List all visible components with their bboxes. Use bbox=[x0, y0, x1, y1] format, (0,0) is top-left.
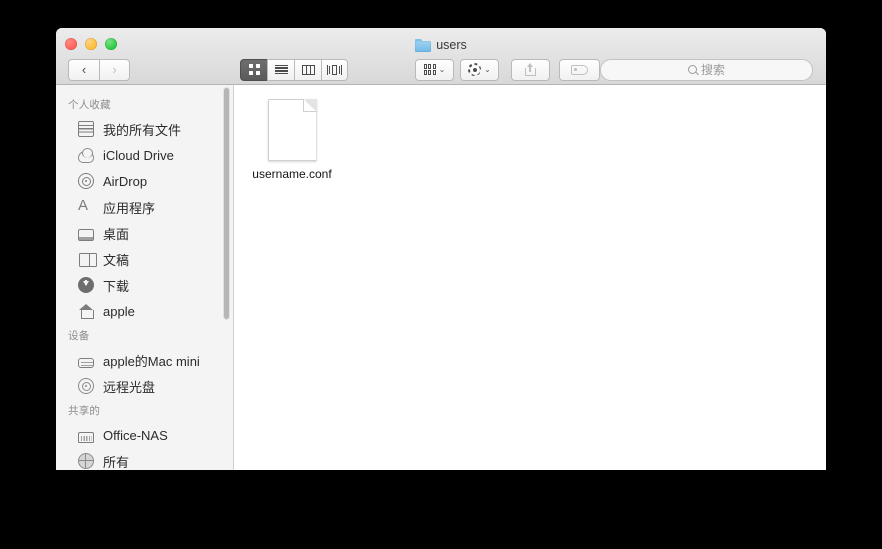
downloads-icon bbox=[78, 277, 94, 293]
window-titlebar: users ‹ › ⌄ ⌄ 搜索 bbox=[56, 28, 826, 85]
airdrop-icon bbox=[78, 173, 94, 189]
file-item[interactable]: username.conf bbox=[246, 93, 338, 181]
sidebar-item-all-shared[interactable]: 所有 bbox=[56, 448, 233, 470]
file-content-pane[interactable]: username.conf bbox=[234, 85, 826, 470]
sidebar-section-devices-title: 设备 bbox=[68, 330, 90, 342]
sidebar-item-label: Office-NAS bbox=[103, 427, 168, 443]
sidebar-item-office-nas[interactable]: Office-NAS bbox=[56, 422, 233, 448]
tag-button[interactable] bbox=[559, 58, 600, 81]
applications-icon bbox=[78, 197, 94, 215]
sidebar-item-applications[interactable]: 应用程序 bbox=[56, 194, 233, 220]
chevron-right-icon: › bbox=[112, 62, 117, 77]
mac-mini-icon bbox=[78, 358, 94, 368]
globe-icon bbox=[78, 453, 94, 469]
icon-view-button[interactable] bbox=[240, 58, 267, 81]
window-body: 个人收藏 我的所有文件 iCloud Drive AirDrop 应用程序 桌面 bbox=[56, 85, 826, 470]
sidebar-item-airdrop[interactable]: AirDrop bbox=[56, 168, 233, 194]
chevron-left-icon: ‹ bbox=[81, 62, 87, 77]
back-button[interactable]: ‹ bbox=[68, 58, 99, 81]
document-icon bbox=[267, 99, 317, 161]
home-icon bbox=[78, 303, 94, 319]
window-title: users bbox=[56, 36, 826, 54]
sidebar-item-mac-mini[interactable]: apple的Mac mini bbox=[56, 347, 233, 373]
file-grid: username.conf bbox=[246, 93, 338, 181]
sidebar-item-label: 应用程序 bbox=[103, 200, 156, 216]
sidebar-item-all-my-files[interactable]: 我的所有文件 bbox=[56, 116, 233, 142]
chevron-down-icon: ⌄ bbox=[438, 64, 446, 74]
toolbar: ‹ › ⌄ ⌄ 搜索 bbox=[56, 54, 826, 85]
column-view-button[interactable] bbox=[294, 58, 321, 81]
sidebar-item-label: 文稿 bbox=[103, 252, 130, 268]
sidebar-item-documents[interactable]: 文稿 bbox=[56, 246, 233, 272]
grid-icon bbox=[248, 64, 260, 75]
sidebar-item-remote-disc[interactable]: 远程光盘 bbox=[56, 373, 233, 399]
view-mode-buttons bbox=[240, 58, 348, 81]
sidebar-item-label: iCloud Drive bbox=[103, 147, 174, 163]
folder-icon bbox=[415, 38, 432, 52]
list-view-button[interactable] bbox=[267, 58, 294, 81]
arrange-grid-icon bbox=[423, 64, 436, 75]
file-label: username.conf bbox=[252, 167, 332, 181]
arrange-button[interactable]: ⌄ bbox=[415, 58, 454, 81]
window-title-text: users bbox=[436, 38, 467, 52]
sidebar-item-label: AirDrop bbox=[103, 173, 148, 189]
share-icon bbox=[525, 63, 536, 76]
navigation-buttons: ‹ › bbox=[68, 58, 130, 81]
documents-icon bbox=[78, 252, 97, 267]
optical-disc-icon bbox=[78, 378, 94, 394]
search-placeholder: 搜索 bbox=[700, 63, 725, 77]
sidebar-item-label: 下载 bbox=[103, 278, 130, 294]
share-button[interactable] bbox=[511, 58, 550, 81]
chevron-down-icon: ⌄ bbox=[484, 64, 491, 74]
sidebar-item-desktop[interactable]: 桌面 bbox=[56, 220, 233, 246]
all-files-icon bbox=[78, 121, 94, 137]
sidebar: 个人收藏 我的所有文件 iCloud Drive AirDrop 应用程序 桌面 bbox=[56, 85, 234, 470]
list-icon bbox=[274, 64, 288, 75]
search-icon bbox=[687, 65, 697, 74]
sidebar-item-apple-home[interactable]: apple bbox=[56, 298, 233, 324]
search-input[interactable]: 搜索 bbox=[600, 58, 813, 81]
gear-icon bbox=[468, 63, 482, 76]
tag-icon bbox=[571, 64, 588, 75]
sidebar-item-icloud-drive[interactable]: iCloud Drive bbox=[56, 142, 233, 168]
sidebar-scrollbar[interactable] bbox=[223, 87, 230, 320]
nas-server-icon bbox=[78, 432, 94, 443]
finder-window: users ‹ › ⌄ ⌄ 搜索 个人收藏 我的所有文件 iCloud Driv… bbox=[56, 28, 826, 470]
action-menu-button[interactable]: ⌄ bbox=[460, 58, 499, 81]
coverflow-view-button[interactable] bbox=[321, 58, 348, 81]
sidebar-section-shared-title: 共享的 bbox=[68, 405, 101, 417]
sidebar-item-label: 远程光盘 bbox=[103, 379, 156, 395]
sidebar-item-label: 我的所有文件 bbox=[103, 122, 182, 138]
sidebar-item-downloads[interactable]: 下载 bbox=[56, 272, 233, 298]
forward-button[interactable]: › bbox=[99, 58, 130, 81]
sidebar-item-label: 所有 bbox=[103, 454, 130, 470]
sidebar-section-favorites-title: 个人收藏 bbox=[68, 99, 111, 111]
cloud-icon bbox=[78, 148, 94, 163]
sidebar-item-label: apple bbox=[103, 303, 135, 319]
sidebar-item-label: 桌面 bbox=[103, 226, 130, 242]
desktop-icon bbox=[78, 229, 94, 241]
columns-icon bbox=[301, 64, 315, 75]
coverflow-icon bbox=[327, 64, 342, 75]
sidebar-item-label: apple的Mac mini bbox=[103, 353, 200, 369]
